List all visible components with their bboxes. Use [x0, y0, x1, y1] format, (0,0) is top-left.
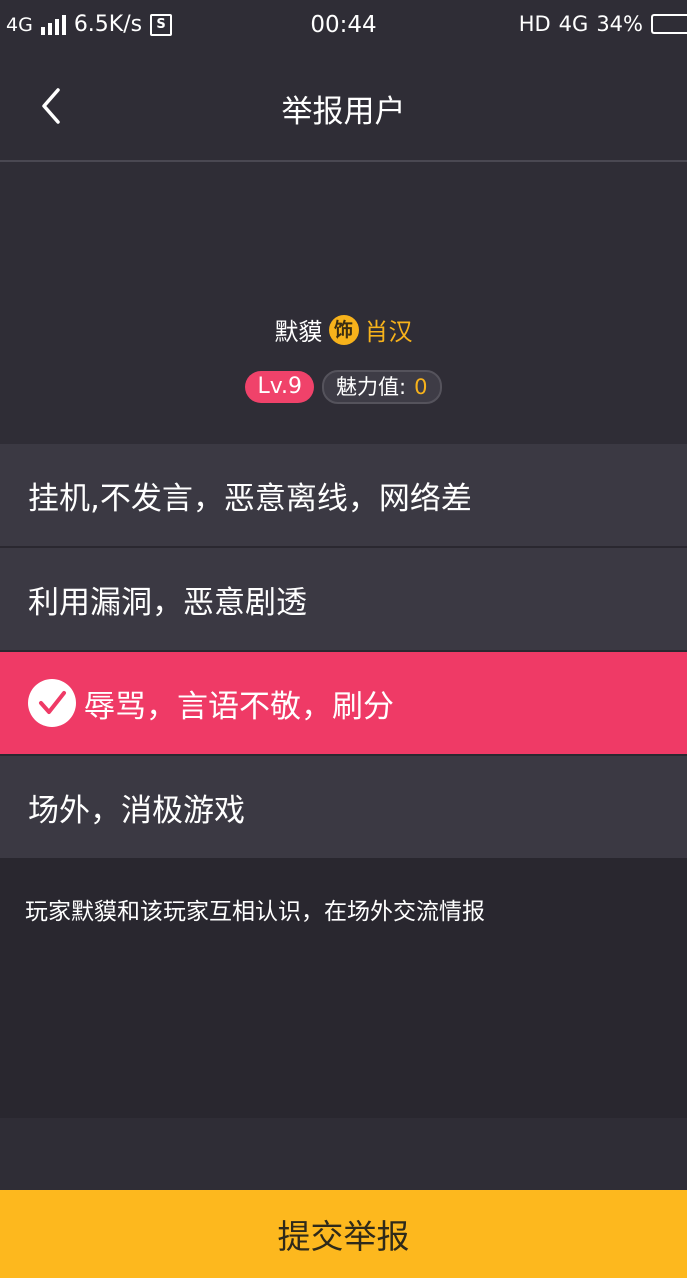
option-label: 挂机,不发言，恶意离线，网络差: [28, 480, 472, 517]
option-label: 辱骂，言语不敬，刷分: [84, 688, 394, 725]
network-indicator: 4G: [558, 12, 589, 36]
checkmark-icon: [28, 679, 76, 727]
page-title: 举报用户: [281, 94, 406, 130]
charm-label: 魅力值:: [336, 375, 407, 399]
report-option[interactable]: 场外，消极游戏: [0, 756, 687, 858]
name-row: 默貘 饰 肖汉: [0, 312, 687, 347]
role-name: 肖汉: [364, 318, 413, 346]
report-option-selected[interactable]: 辱骂，言语不敬，刷分: [0, 652, 687, 756]
user-profile: 默貘 饰 肖汉 Lv.9 魅力值: 0: [0, 162, 687, 444]
status-bar: 4G 6.5K/s S 00:44 HD 4G 34%: [0, 0, 687, 50]
option-label: 场外，消极游戏: [28, 792, 245, 829]
status-right: HD 4G 34%: [519, 12, 687, 36]
report-option[interactable]: 利用漏洞，恶意剧透: [0, 548, 687, 652]
role-badge: 饰: [328, 314, 359, 345]
charm-badge: 魅力值: 0: [322, 370, 442, 404]
report-option[interactable]: 挂机,不发言，恶意离线，网络差: [0, 444, 687, 548]
report-detail-input[interactable]: 玩家默貘和该玩家互相认识，在场外交流情报: [0, 858, 687, 1118]
report-detail-text: 玩家默貘和该玩家互相认识，在场外交流情报: [25, 899, 485, 925]
battery-icon: [651, 14, 687, 34]
report-options: 挂机,不发言，恶意离线，网络差 利用漏洞，恶意剧透 辱骂，言语不敬，刷分 场外，…: [0, 444, 687, 858]
header: 举报用户: [0, 50, 687, 160]
submit-report-button[interactable]: 提交举报: [0, 1190, 687, 1278]
user-name: 默貘: [274, 318, 323, 346]
battery-percent: 34%: [596, 12, 643, 36]
hd-indicator: HD: [518, 12, 551, 36]
level-badge: Lv.9: [245, 371, 315, 403]
badge-row: Lv.9 魅力值: 0: [0, 370, 687, 404]
option-label: 利用漏洞，恶意剧透: [28, 584, 307, 621]
charm-value: 0: [414, 375, 428, 399]
